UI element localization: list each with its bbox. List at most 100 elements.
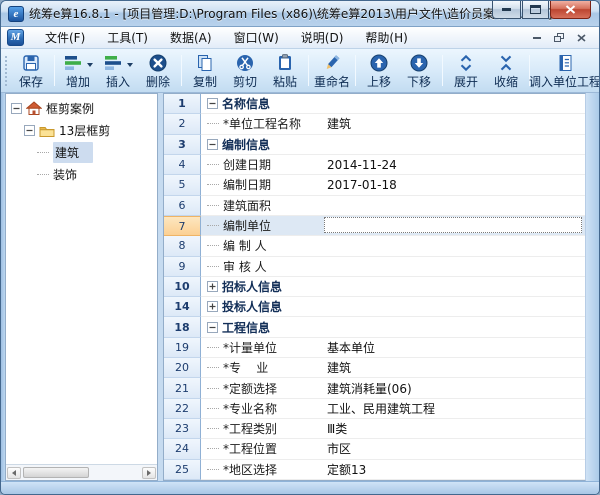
property-value-cell[interactable]: 2014-11-24 <box>323 155 585 174</box>
collapse-minus-icon[interactable] <box>24 125 35 136</box>
row-number-cell[interactable]: 10 <box>164 277 201 297</box>
menu-tools[interactable]: 工具(T) <box>96 26 159 49</box>
row-number-cell[interactable]: 24 <box>164 439 201 459</box>
property-value-cell[interactable] <box>323 216 585 235</box>
property-label-cell[interactable]: *计量单位 <box>201 338 323 357</box>
property-label-cell[interactable]: 创建日期 <box>201 155 323 174</box>
collapse-button[interactable]: 收缩 <box>486 51 526 90</box>
row-number-cell[interactable]: 20 <box>164 358 201 378</box>
scroll-right-arrow[interactable] <box>142 467 156 479</box>
tree-horizontal-scrollbar[interactable] <box>6 464 157 480</box>
minimize-button[interactable] <box>492 1 521 19</box>
maximize-button[interactable] <box>522 1 549 19</box>
row-number-cell[interactable]: 23 <box>164 419 201 439</box>
property-label-cell[interactable]: 编 制 人 <box>201 236 323 255</box>
row-number-cell[interactable]: 14 <box>164 297 201 317</box>
tree-item-13-frame[interactable]: 13层框剪 <box>6 119 157 141</box>
menu-data[interactable]: 数据(A) <box>159 26 223 49</box>
scroll-thumb[interactable] <box>23 467 89 478</box>
property-label-cell[interactable]: 招标人信息 <box>201 277 323 296</box>
dropdown-arrow-icon[interactable] <box>127 63 133 67</box>
property-value-cell[interactable]: Ⅲ类 <box>323 419 585 438</box>
row-number-cell[interactable]: 3 <box>164 135 201 155</box>
property-value-cell[interactable] <box>323 236 585 255</box>
row-number-cell[interactable]: 4 <box>164 155 201 175</box>
row-number-cell[interactable]: 8 <box>164 236 201 256</box>
rename-button[interactable]: 重命名 <box>312 51 352 90</box>
property-label-cell[interactable]: 建筑面积 <box>201 196 323 215</box>
property-label-cell[interactable]: *专业名称 <box>201 399 323 418</box>
row-number-cell[interactable]: 2 <box>164 114 201 134</box>
collapse-minus-icon[interactable] <box>207 98 218 109</box>
property-label-cell[interactable]: *工程类别 <box>201 419 323 438</box>
property-value-cell[interactable]: 建筑 <box>323 358 585 377</box>
tree-item-frame-case[interactable]: 框剪案例 <box>6 97 157 119</box>
property-value-cell[interactable] <box>323 257 585 276</box>
tree-item-building[interactable]: 建筑 <box>6 141 157 163</box>
expand-plus-icon[interactable] <box>207 301 218 312</box>
scroll-left-arrow[interactable] <box>7 467 21 479</box>
property-label-cell[interactable]: *单位工程名称 <box>201 114 323 133</box>
property-label-cell[interactable]: 名称信息 <box>201 94 323 113</box>
collapse-minus-icon[interactable] <box>207 139 218 150</box>
row-number-cell[interactable]: 18 <box>164 317 201 337</box>
row-number-cell[interactable]: 21 <box>164 378 201 398</box>
property-label-cell[interactable]: *专 业 <box>201 358 323 377</box>
row-number-cell[interactable]: 19 <box>164 338 201 358</box>
property-value-cell[interactable] <box>323 317 585 336</box>
row-number-cell[interactable]: 22 <box>164 399 201 419</box>
property-value-cell[interactable]: 建筑消耗量(06) <box>323 378 585 397</box>
property-value-cell[interactable] <box>323 297 585 316</box>
mdi-minimize-button[interactable] <box>529 31 545 45</box>
property-label-cell[interactable]: *定额选择 <box>201 378 323 397</box>
property-value-cell[interactable]: 定额13 <box>323 460 585 479</box>
property-value-cell[interactable]: 2017-01-18 <box>323 175 585 194</box>
menu-help[interactable]: 帮助(H) <box>354 26 418 49</box>
load-unit-project-button[interactable]: 调入单位工程 <box>533 51 597 90</box>
property-value-cell[interactable]: 工业、民用建筑工程 <box>323 399 585 418</box>
menu-file[interactable]: 文件(F) <box>34 26 96 49</box>
cut-button[interactable]: 剪切 <box>225 51 265 90</box>
mdi-restore-button[interactable] <box>551 31 567 45</box>
property-label-cell[interactable]: 投标人信息 <box>201 297 323 316</box>
property-label-cell[interactable]: 编制单位 <box>201 216 323 235</box>
property-label-cell[interactable]: 审 核 人 <box>201 257 323 276</box>
dropdown-arrow-icon[interactable] <box>87 63 93 67</box>
row-number-cell[interactable]: 25 <box>164 460 201 480</box>
move-down-button[interactable]: 下移 <box>399 51 439 90</box>
paste-button[interactable]: 粘贴 <box>265 51 305 90</box>
close-button[interactable] <box>550 1 591 19</box>
property-value-cell[interactable]: 基本单位 <box>323 338 585 357</box>
menu-note[interactable]: 说明(D) <box>290 26 355 49</box>
expand-button[interactable]: 展开 <box>446 51 486 90</box>
expand-plus-icon[interactable] <box>207 281 218 292</box>
collapse-minus-icon[interactable] <box>207 322 218 333</box>
row-number-cell[interactable]: 7 <box>164 216 201 236</box>
toolbar-gripper[interactable] <box>4 55 9 86</box>
save-button[interactable]: 保存 <box>11 51 51 90</box>
property-value-cell[interactable] <box>323 196 585 215</box>
property-value-cell[interactable]: 市区 <box>323 439 585 458</box>
add-button[interactable]: 增加 <box>58 51 98 90</box>
insert-button[interactable]: 插入 <box>98 51 138 90</box>
tree-item-decoration[interactable]: 装饰 <box>6 163 157 185</box>
property-label-cell[interactable]: *地区选择 <box>201 460 323 479</box>
move-up-button[interactable]: 上移 <box>359 51 399 90</box>
property-value-cell[interactable] <box>323 135 585 154</box>
property-label-cell[interactable]: 编制日期 <box>201 175 323 194</box>
row-number-cell[interactable]: 9 <box>164 257 201 277</box>
delete-button[interactable]: 删除 <box>138 51 178 90</box>
row-number-cell[interactable]: 1 <box>164 94 201 114</box>
property-label-cell[interactable]: *工程位置 <box>201 439 323 458</box>
property-label-cell[interactable]: 工程信息 <box>201 317 323 336</box>
property-value-cell[interactable] <box>323 94 585 113</box>
property-value-cell[interactable]: 建筑 <box>323 114 585 133</box>
collapse-minus-icon[interactable] <box>11 103 22 114</box>
value-edit-input[interactable] <box>324 217 582 233</box>
property-label-cell[interactable]: 编制信息 <box>201 135 323 154</box>
row-number-cell[interactable]: 6 <box>164 196 201 216</box>
mdi-close-button[interactable] <box>573 31 589 45</box>
row-number-cell[interactable]: 5 <box>164 175 201 195</box>
menu-window[interactable]: 窗口(W) <box>223 26 290 49</box>
property-value-cell[interactable] <box>323 277 585 296</box>
